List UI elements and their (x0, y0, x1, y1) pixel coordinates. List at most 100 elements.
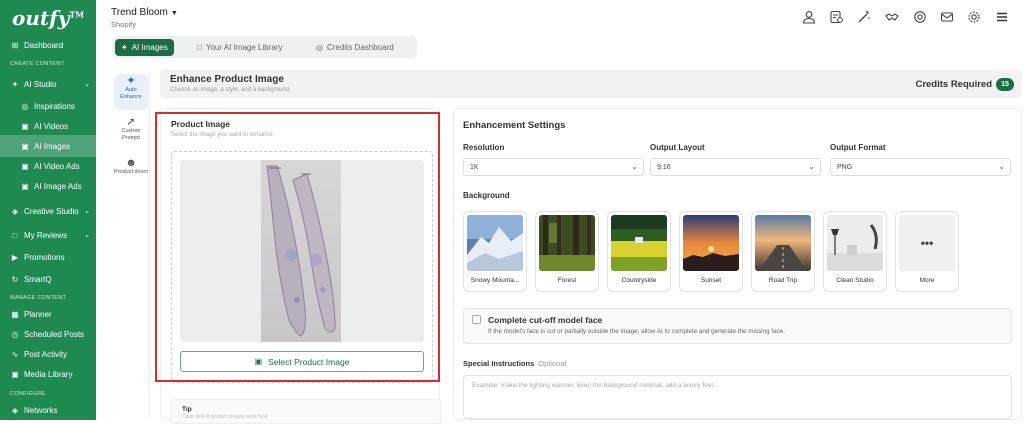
outfy-logo[interactable]: outfyTM (12, 6, 84, 30)
special-instructions-input[interactable]: Example: make the lighting warmer, keep … (463, 375, 1012, 419)
notifications-icon[interactable] (939, 9, 955, 25)
sidebar-item-creative-studio[interactable]: ◈ Creative Studio ⌄ (0, 200, 96, 222)
complete-face-option: Complete cut-off model face If the model… (463, 308, 1012, 344)
background-name: More (919, 277, 935, 284)
snowy-mountain-thumb (467, 215, 523, 271)
sidebar-item-inspirations[interactable]: ◎ Inspirations (0, 95, 96, 117)
chevron-down-icon: ⌄ (84, 208, 90, 215)
more-icon: ••• (899, 215, 955, 271)
road-trip-thumb (755, 215, 811, 271)
background-option-snowy-mountain[interactable]: Snowy Mounta... (463, 211, 527, 292)
video-ad-icon: ▣ (21, 161, 29, 171)
image-icon: ▣ (21, 141, 29, 151)
product-image-card: Product Image Select the image you want … (160, 108, 441, 424)
chevron-down-icon: ⌄ (998, 162, 1005, 171)
sidebar-item-smartq[interactable]: ↻ SmartQ (0, 268, 96, 290)
settings-gear-icon[interactable] (966, 9, 982, 25)
background-name: Road Trip (768, 277, 798, 284)
store-switcher[interactable]: Trend Bloom ▼ (111, 7, 178, 18)
complete-face-title: Complete cut-off model face (488, 315, 603, 325)
sidebar: outfyTM ⊞ Dashboard CREATE CONTENT ✦ AI St… (0, 0, 96, 420)
sidebar-item-my-reviews[interactable]: □ My Reviews ⌄ (0, 224, 96, 246)
sidebar-item-promotions[interactable]: ▶ Promotions (0, 246, 96, 268)
caret-down-icon: ▼ (170, 10, 178, 17)
background-name: Snowy Mounta... (470, 277, 520, 284)
user-icon[interactable] (801, 9, 817, 25)
background-option-road-trip[interactable]: Road Trip (751, 211, 815, 292)
tab-ai-images[interactable]: ✦ AI Images (115, 39, 174, 56)
folder-icon: ▣ (11, 369, 19, 379)
complete-face-description: If the model's face is cut or partially … (488, 328, 785, 335)
handshake-icon[interactable] (884, 9, 900, 25)
background-option-clean-studio[interactable]: Clean Studio (823, 211, 887, 292)
magic-wand-icon[interactable] (856, 9, 872, 25)
network-icon: ◈ (11, 405, 19, 415)
credits-icon: ◎ (316, 43, 323, 52)
credits-required-label: Credits Required (915, 79, 992, 90)
complete-face-checkbox[interactable] (472, 315, 481, 324)
sidebar-item-planner[interactable]: ▦ Planner (0, 303, 96, 325)
background-name: Clean Studio (836, 277, 874, 284)
countryside-thumb (611, 215, 667, 271)
support-icon[interactable] (912, 9, 928, 25)
sidebar-item-ai-video-ads[interactable]: ▣ AI Video Ads (0, 155, 96, 177)
palette-icon: ◈ (11, 206, 19, 216)
output-format-label: Output Format (830, 143, 886, 152)
product-image-hint: Select the image you want to enhance (171, 132, 273, 138)
output-format-select[interactable]: PNG ⌄ (830, 158, 1011, 176)
image-dropzone[interactable]: ▣ Select Product Image (171, 151, 433, 383)
sidebar-item-ai-videos[interactable]: ▣ AI Videos (0, 115, 96, 137)
sidebar-item-ai-image-ads[interactable]: ▣ AI Image Ads (0, 175, 96, 197)
background-name: Countryside (621, 277, 657, 284)
enhancement-settings-panel: Enhancement Settings Resolution 1K ⌄ Outp… (453, 108, 1022, 420)
sidebar-item-media-library[interactable]: ▣ Media Library (0, 363, 96, 385)
top-bar: Trend Bloom ▼ Shopify (96, 0, 1024, 34)
sidebar-item-dashboard[interactable]: ⊞ Dashboard (0, 34, 96, 56)
resolution-select[interactable]: 1K ⌄ (463, 158, 644, 176)
folder-icon: □ (197, 43, 202, 52)
background-label: Background (463, 191, 510, 200)
sidebar-item-post-activity[interactable]: ∿ Post Activity (0, 343, 96, 365)
resolution-label: Resolution (463, 143, 505, 152)
refresh-icon: ↻ (11, 274, 19, 284)
chevron-down-icon: ⌄ (84, 232, 90, 239)
background-option-sunset[interactable]: Sunset (679, 211, 743, 292)
sidebar-item-scheduled-posts[interactable]: ◷ Scheduled Posts (0, 323, 96, 345)
select-product-image-button[interactable]: ▣ Select Product Image (180, 351, 424, 372)
rail-custom-prompt[interactable]: ➚ Custom Prompt (114, 117, 148, 149)
credits-badge: 15 (996, 78, 1014, 91)
background-name: Forest (557, 277, 577, 284)
tip-box: Tip Clear well-lit product images work b… (171, 399, 441, 424)
rail-product-shoot[interactable]: ☻ Product shoot (114, 158, 148, 190)
rail-auto-enhance[interactable]: ✦ Auto Enhance (114, 74, 148, 110)
background-option-forest[interactable]: Forest (535, 211, 599, 292)
image-preview (180, 160, 424, 342)
sidebar-item-networks[interactable]: ◈ Networks (0, 399, 96, 420)
billing-icon[interactable] (828, 9, 844, 25)
sidebar-item-ai-studio[interactable]: ✦ AI Studio ⌄ (0, 73, 96, 95)
background-option-more[interactable]: ••• More (895, 211, 959, 292)
clock-icon: ◷ (11, 329, 19, 339)
tab-credits-dashboard[interactable]: ◎ Credits Dashboard (310, 39, 400, 56)
menu-icon[interactable] (994, 9, 1010, 25)
product-image-label: Product Image (171, 119, 231, 129)
tab-ai-image-library[interactable]: □ Your AI Image Library (191, 39, 288, 56)
page-subtitle: Choose an image, a style, and a backgrou… (170, 87, 291, 93)
tabs: ✦ AI Images □ Your AI Image Library ◎ Credi… (112, 36, 417, 58)
output-layout-select[interactable]: 9:16 ⌄ (650, 158, 821, 176)
special-instructions-label: Special Instructions Optional (463, 359, 567, 368)
section-manage-content: MANAGE CONTENT (10, 295, 67, 301)
background-option-countryside[interactable]: Countryside (607, 211, 671, 292)
sidebar-item-ai-images[interactable]: ▣ AI Images (0, 135, 96, 157)
image-icon: ▣ (254, 357, 263, 366)
mode-rail: ✦ Auto Enhance ➚ Custom Prompt ☻ Product sh… (112, 70, 150, 420)
grid-icon: ⊞ (11, 40, 19, 50)
calendar-icon: ▦ (11, 309, 19, 319)
clean-studio-thumb (827, 215, 883, 271)
product-photo (261, 160, 341, 342)
enhancement-settings-title: Enhancement Settings (463, 120, 566, 131)
background-name: Sunset (700, 277, 722, 284)
output-layout-label: Output Layout (650, 143, 705, 152)
people-icon: ☻ (125, 157, 137, 169)
sparkle-icon: ✦ (11, 79, 19, 89)
